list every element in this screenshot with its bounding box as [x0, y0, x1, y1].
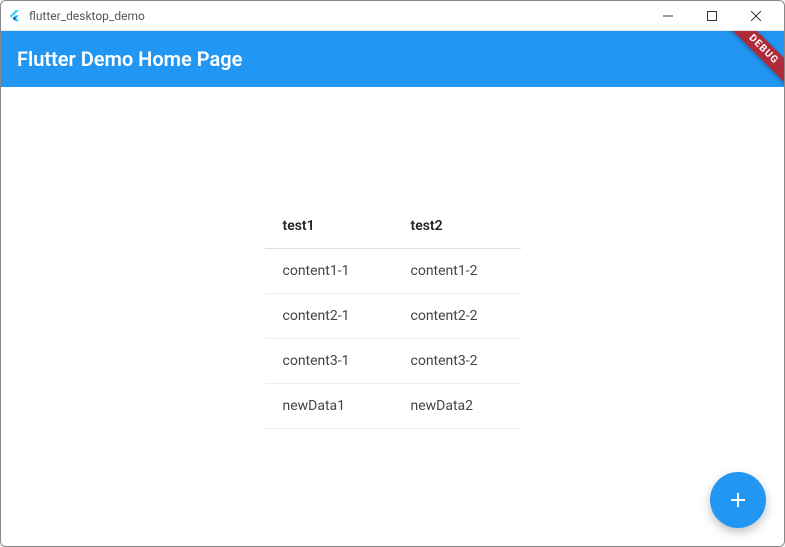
table-header-cell[interactable]: test1 [265, 204, 393, 249]
table-cell: content3-2 [393, 339, 521, 384]
table-cell: content2-1 [265, 294, 393, 339]
data-table: test1 test2 content1-1 content1-2 conten… [265, 204, 521, 429]
table-row[interactable]: content3-1 content3-2 [265, 339, 521, 384]
table-row[interactable]: content2-1 content2-2 [265, 294, 521, 339]
page-title: Flutter Demo Home Page [17, 47, 242, 71]
table-row[interactable]: newData1 newData2 [265, 384, 521, 429]
app-bar: Flutter Demo Home Page [1, 31, 784, 87]
table-cell: content2-2 [393, 294, 521, 339]
app-body: Flutter Demo Home Page DEBUG test1 test2… [1, 31, 784, 546]
flutter-icon [7, 8, 23, 24]
window-controls [646, 2, 778, 30]
table-cell: newData1 [265, 384, 393, 429]
window-titlebar: flutter_desktop_demo [1, 1, 784, 31]
table-header-cell[interactable]: test2 [393, 204, 521, 249]
table-header-row: test1 test2 [265, 204, 521, 249]
app-window: flutter_desktop_demo Flutter Demo Home P… [0, 0, 785, 547]
table-cell: content1-2 [393, 249, 521, 294]
table-row[interactable]: content1-1 content1-2 [265, 249, 521, 294]
table-cell: newData2 [393, 384, 521, 429]
table-cell: content1-1 [265, 249, 393, 294]
minimize-button[interactable] [646, 2, 690, 30]
plus-icon [726, 488, 750, 512]
close-button[interactable] [734, 2, 778, 30]
add-button[interactable] [710, 472, 766, 528]
maximize-button[interactable] [690, 2, 734, 30]
window-title: flutter_desktop_demo [29, 9, 646, 23]
table-cell: content3-1 [265, 339, 393, 384]
content-area: test1 test2 content1-1 content1-2 conten… [1, 87, 784, 546]
